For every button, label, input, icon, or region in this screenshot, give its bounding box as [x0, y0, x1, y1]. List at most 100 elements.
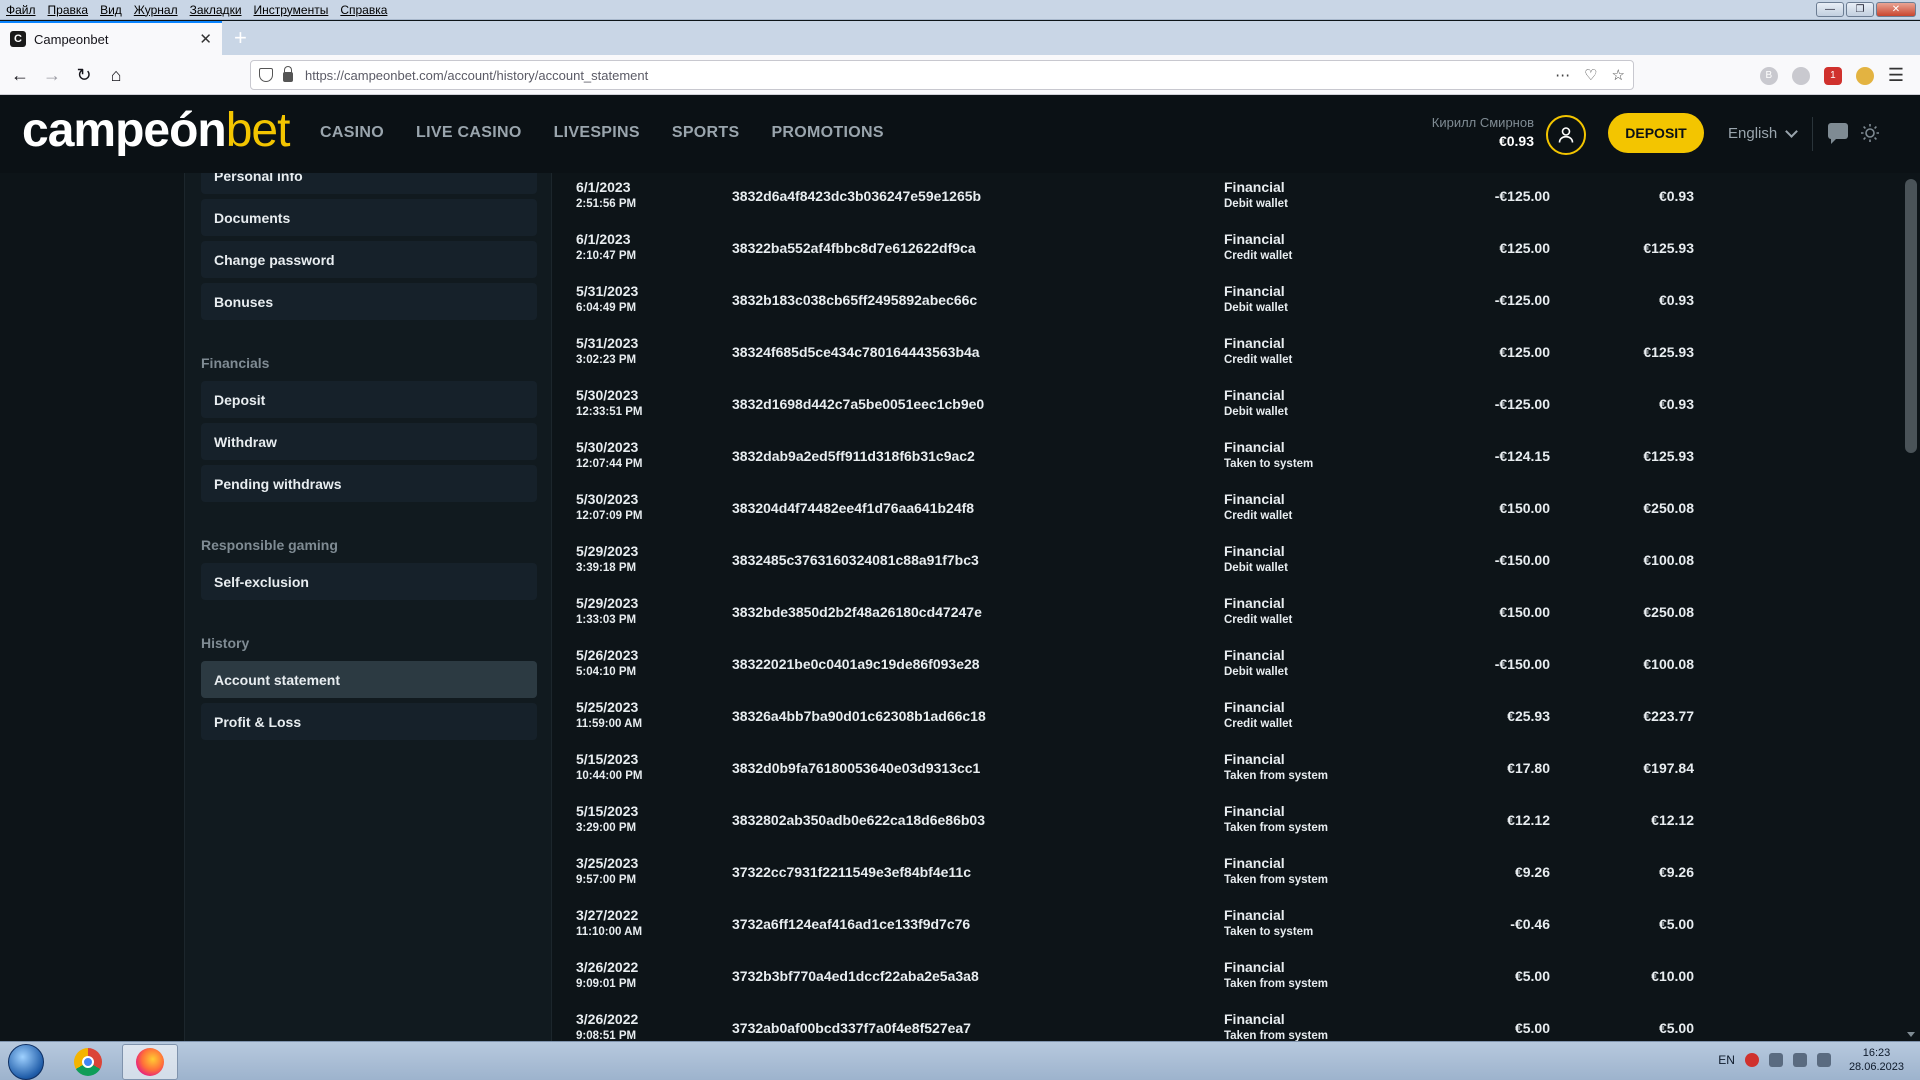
- transaction-id: 38324f685d5ce434c780164443563b4a: [732, 344, 980, 360]
- transaction-subtype: Debit wallet: [1224, 198, 1288, 210]
- sidebar-item-bonuses[interactable]: Bonuses: [201, 283, 537, 320]
- transaction-amount: -€125.00: [1494, 396, 1550, 412]
- close-tab-icon[interactable]: ✕: [199, 30, 212, 48]
- nav-casino[interactable]: CASINO: [320, 124, 384, 142]
- transaction-date: 5/26/2023: [576, 647, 639, 663]
- transaction-row: 5/26/2023 5:04:10 PM 38322021be0c0401a9c19…: [552, 641, 1720, 693]
- extension-b-icon[interactable]: B: [1759, 66, 1778, 85]
- browser-menu-icon[interactable]: ☰: [1888, 65, 1904, 86]
- language-select[interactable]: English: [1728, 125, 1799, 142]
- transaction-row: 5/30/2023 12:33:51 PM 3832d1698d442c7a5be0…: [552, 381, 1720, 433]
- transaction-id: 3832dab9a2ed5ff911d318f6b31c9ac2: [732, 448, 975, 464]
- url-bar[interactable]: https://campeonbet.com/account/history/a…: [250, 60, 1634, 90]
- transaction-type: Financial: [1224, 907, 1285, 923]
- chevron-down-icon: [1785, 125, 1799, 138]
- sidebar-section-responsible-gaming: Responsible gaming: [201, 537, 338, 553]
- menu-help[interactable]: Справка: [334, 3, 393, 17]
- transaction-row: 5/31/2023 6:04:49 PM 3832b183c038cb65ff249…: [552, 277, 1720, 329]
- sidebar-item-change-password[interactable]: Change password: [201, 241, 537, 278]
- forward-arrow-icon[interactable]: →: [40, 63, 64, 87]
- sidebar-item-personal-info[interactable]: Personal info: [201, 173, 537, 194]
- pocket-icon[interactable]: ♡: [1584, 66, 1597, 84]
- network-icon[interactable]: [1792, 1053, 1807, 1067]
- transaction-balance: €125.93: [1643, 448, 1694, 464]
- profile-avatar-icon[interactable]: [1855, 66, 1874, 85]
- os-menubar: Файл Правка Вид Журнал Закладки Инструме…: [0, 0, 1920, 20]
- nav-livespins[interactable]: LIVESPINS: [554, 124, 640, 142]
- taskbar-firefox[interactable]: [122, 1044, 178, 1080]
- menu-history[interactable]: Журнал: [128, 3, 184, 17]
- transaction-type: Financial: [1224, 1011, 1285, 1027]
- transaction-row: 5/31/2023 3:02:23 PM 38324f685d5ce434c7801…: [552, 329, 1720, 381]
- transaction-id: 3832d0b9fa76180053640e03d9313cc1: [732, 760, 981, 776]
- browser-tab[interactable]: C Campeonbet ✕: [0, 21, 222, 55]
- home-icon[interactable]: ⌂: [104, 63, 128, 87]
- transaction-amount: -€124.15: [1494, 448, 1550, 464]
- transaction-id: 3832b183c038cb65ff2495892abec66c: [732, 292, 978, 308]
- extension-circle-icon[interactable]: [1791, 66, 1810, 85]
- start-button[interactable]: [8, 1044, 44, 1080]
- sidebar-item-documents[interactable]: Documents: [201, 199, 537, 236]
- nav-sports[interactable]: SPORTS: [672, 124, 740, 142]
- ublock-icon[interactable]: 1: [1823, 66, 1842, 85]
- nav-promotions[interactable]: PROMOTIONS: [771, 124, 883, 142]
- sidebar-item-account-statement[interactable]: Account statement: [201, 661, 537, 698]
- transaction-row: 6/1/2023 2:51:56 PM 3832d6a4f8423dc3b03624…: [552, 173, 1720, 225]
- menu-edit[interactable]: Правка: [42, 3, 95, 17]
- clock[interactable]: 16:23 28.06.2023: [1849, 1046, 1904, 1074]
- sidebar-item-deposit[interactable]: Deposit: [201, 381, 537, 418]
- menu-bookmarks[interactable]: Закладки: [184, 3, 248, 17]
- menu-file[interactable]: Файл: [0, 3, 42, 17]
- close-window-button[interactable]: ✕: [1876, 2, 1916, 17]
- scroll-down-arrow-icon[interactable]: [1907, 1032, 1915, 1037]
- chat-icon[interactable]: [1828, 123, 1848, 144]
- site-logo[interactable]: campeónbet: [22, 103, 290, 158]
- new-tab-icon[interactable]: +: [234, 27, 247, 49]
- reload-icon[interactable]: ↻: [72, 63, 96, 87]
- clock-time: 16:23: [1862, 1047, 1891, 1059]
- back-arrow-icon[interactable]: ←: [8, 63, 32, 87]
- url-text[interactable]: https://campeonbet.com/account/history/a…: [305, 68, 648, 83]
- sidebar-item-self-exclusion[interactable]: Self-exclusion: [201, 563, 537, 600]
- antivirus-tray-icon[interactable]: [1744, 1053, 1759, 1067]
- restore-button[interactable]: ❐: [1846, 2, 1874, 17]
- transaction-date: 5/30/2023: [576, 491, 639, 507]
- transaction-id: 3732a6ff124eaf416ad1ce133f9d7c76: [732, 916, 971, 932]
- scrollbar-thumb[interactable]: [1905, 179, 1917, 453]
- sidebar-item-profit-loss[interactable]: Profit & Loss: [201, 703, 537, 740]
- account-user-icon[interactable]: [1546, 115, 1586, 155]
- volume-icon[interactable]: [1768, 1053, 1783, 1067]
- taskbar-chrome[interactable]: [60, 1044, 116, 1080]
- menu-tools[interactable]: Инструменты: [248, 3, 335, 17]
- keyboard-language[interactable]: EN: [1718, 1053, 1735, 1067]
- transaction-id: 3732ab0af00bcd337f7a0f4e8f527ea7: [732, 1020, 971, 1036]
- transaction-amount: -€150.00: [1494, 552, 1550, 568]
- deposit-button[interactable]: DEPOSIT: [1608, 113, 1704, 153]
- bookmark-star-icon[interactable]: ☆: [1612, 66, 1625, 84]
- sidebar-item-pending-withdraws[interactable]: Pending withdraws: [201, 465, 537, 502]
- transaction-balance: €5.00: [1658, 916, 1694, 932]
- minimize-button[interactable]: —: [1816, 2, 1844, 17]
- transaction-subtype: Taken to system: [1224, 458, 1314, 470]
- transaction-amount: €125.00: [1499, 240, 1550, 256]
- menu-view[interactable]: Вид: [94, 3, 128, 17]
- system-tray: EN 16:23 28.06.2023: [1718, 1046, 1904, 1074]
- main-nav: CASINO LIVE CASINO LIVESPINS SPORTS PROM…: [320, 124, 884, 142]
- transaction-subtype: Debit wallet: [1224, 406, 1288, 418]
- theme-sun-icon[interactable]: [1860, 123, 1880, 143]
- transaction-subtype: Credit wallet: [1224, 354, 1293, 366]
- tracking-shield-icon[interactable]: [259, 68, 273, 82]
- page-scrollbar[interactable]: [1902, 173, 1920, 1041]
- lock-icon[interactable]: [283, 66, 293, 82]
- transaction-date: 3/26/2022: [576, 959, 639, 975]
- transaction-row: 5/29/2023 1:33:03 PM 3832bde3850d2b2f48a26…: [552, 589, 1720, 641]
- page-actions-icon[interactable]: ⋯: [1555, 66, 1570, 84]
- transaction-balance: €12.12: [1651, 812, 1694, 828]
- nav-live-casino[interactable]: LIVE CASINO: [416, 124, 522, 142]
- transaction-subtype: Debit wallet: [1224, 302, 1288, 314]
- action-center-icon[interactable]: [1816, 1053, 1831, 1067]
- transaction-amount: €150.00: [1499, 500, 1550, 516]
- transaction-row: 3/26/2022 9:09:01 PM 3732b3bf770a4ed1dccf2…: [552, 953, 1720, 1005]
- transaction-amount: -€150.00: [1494, 656, 1550, 672]
- sidebar-item-withdraw[interactable]: Withdraw: [201, 423, 537, 460]
